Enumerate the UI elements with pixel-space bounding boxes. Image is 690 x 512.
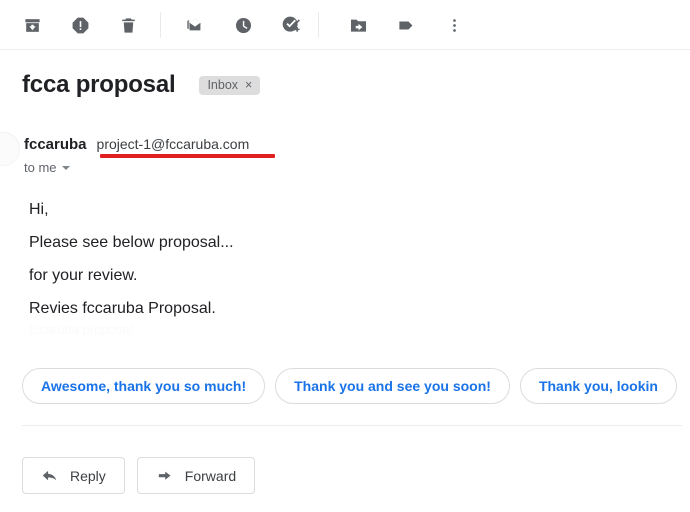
recipients-toggle[interactable]: to me: [24, 160, 70, 175]
label-remove-icon[interactable]: ×: [245, 78, 252, 92]
message-body: Hi, Please see below proposal... for you…: [29, 193, 459, 325]
folder-move-icon: [349, 16, 368, 35]
avatar: [0, 132, 20, 166]
chevron-down-icon[interactable]: [61, 165, 70, 170]
toolbar-separator: [318, 12, 319, 38]
message-line: Revies fccaruba Proposal.: [29, 300, 216, 317]
sender-row: fccaruba project-1@fccaruba.com: [24, 136, 249, 153]
footer-divider: [22, 425, 682, 426]
label-chip-inbox[interactable]: Inbox ×: [199, 75, 261, 95]
sender-name[interactable]: fccaruba: [24, 136, 87, 153]
add-to-tasks-button[interactable]: [275, 9, 307, 41]
task-check-plus-icon: [281, 15, 301, 35]
toolbar-separator: [160, 12, 161, 38]
email-toolbar: [0, 0, 690, 50]
red-underline-annotation: [100, 154, 275, 158]
message-faint-line: fccaruba proposal: [29, 322, 133, 337]
envelope-icon: [185, 15, 205, 35]
message-line: Hi,: [29, 201, 49, 218]
more-vertical-icon: [446, 17, 463, 34]
label-chip-text: Inbox: [207, 77, 239, 92]
smart-reply-chip[interactable]: Awesome, thank you so much!: [22, 368, 266, 404]
mark-unread-button[interactable]: [179, 9, 211, 41]
smart-reply-chip[interactable]: Thank you and see you soon!: [275, 368, 510, 404]
reply-button-label: Reply: [70, 467, 106, 484]
forward-button-label: Forward: [184, 467, 237, 484]
subject-row: fcca proposal Inbox ×: [22, 70, 261, 100]
message-line: for your review.: [29, 267, 138, 284]
archive-icon: [23, 16, 42, 35]
archive-button[interactable]: [16, 9, 48, 41]
report-spam-button[interactable]: [64, 9, 96, 41]
clock-icon: [234, 16, 253, 35]
labels-button[interactable]: [390, 9, 422, 41]
message-actions: Reply Forward: [22, 457, 256, 494]
trash-icon: [119, 16, 138, 35]
reply-arrow-icon: [41, 467, 58, 484]
forward-arrow-icon: [156, 467, 173, 484]
delete-button[interactable]: [112, 9, 144, 41]
tag-icon: [397, 16, 416, 35]
smart-reply-chip[interactable]: Thank you, lookin: [519, 368, 677, 404]
more-options-button[interactable]: [438, 9, 470, 41]
smart-reply-row: Awesome, thank you so much! Thank you an…: [22, 368, 677, 404]
reply-button[interactable]: Reply: [22, 457, 125, 494]
sender-email[interactable]: project-1@fccaruba.com: [97, 136, 250, 152]
move-to-button[interactable]: [342, 9, 374, 41]
snooze-button[interactable]: [227, 9, 259, 41]
forward-button[interactable]: Forward: [136, 457, 256, 494]
report-spam-icon: [71, 16, 90, 35]
message-line: Please see below proposal...: [29, 234, 234, 251]
recipients-label: to me: [24, 160, 57, 175]
page-title: fcca proposal: [22, 71, 176, 98]
